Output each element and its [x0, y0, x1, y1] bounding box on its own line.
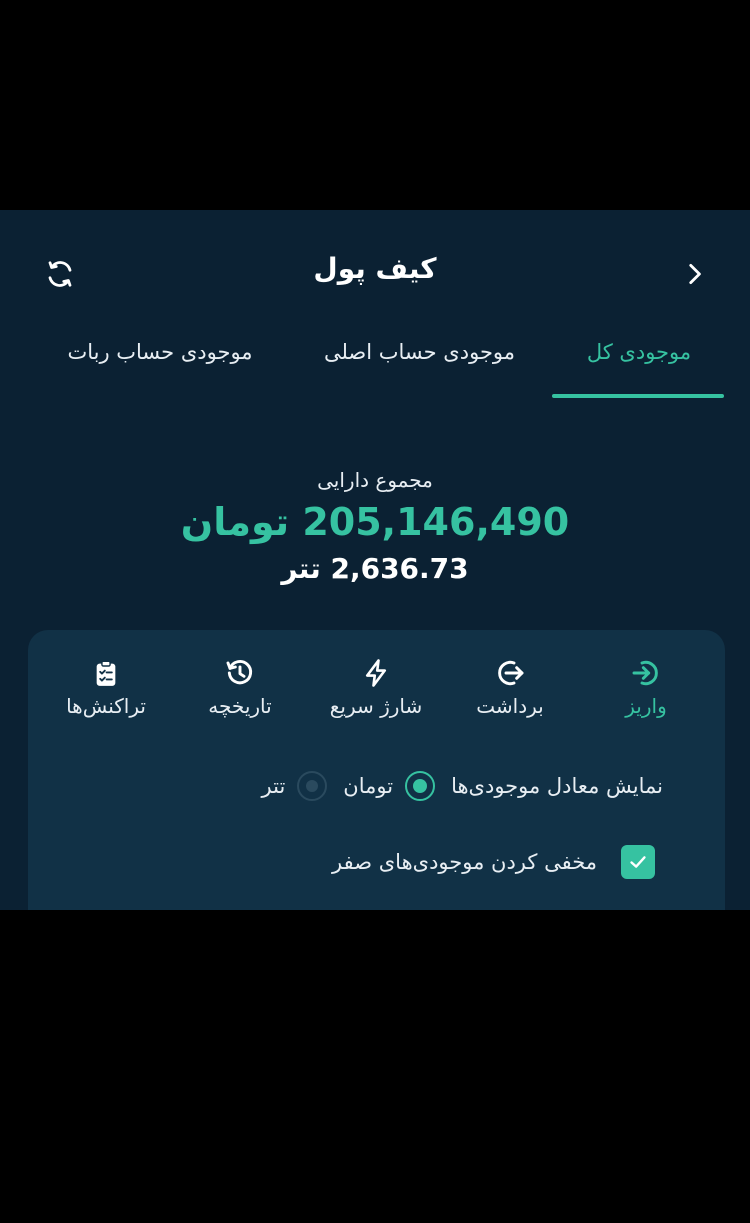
action-bar: واریز برداشت شارژ سریع: [28, 656, 725, 746]
hide-zero-checkbox[interactable]: [621, 845, 655, 879]
withdraw-button[interactable]: برداشت: [445, 656, 575, 718]
history-button[interactable]: تاریخچه: [175, 656, 305, 718]
radio-toman[interactable]: [405, 771, 436, 801]
back-button[interactable]: [676, 256, 712, 292]
total-usdt-value: 2,636.73 تتر: [281, 552, 469, 585]
bottom-black-bar: [0, 910, 750, 1223]
equivalent-display-label: نمایش معادل موجودی‌ها: [451, 774, 663, 798]
clipboard-icon: [96, 660, 116, 686]
top-black-bar: [0, 0, 750, 210]
quick-charge-label: شارژ سریع: [329, 694, 423, 718]
radio-usdt[interactable]: [297, 771, 328, 801]
quick-charge-button[interactable]: شارژ سریع: [311, 656, 441, 718]
option-usdt-label: تتر: [261, 774, 286, 798]
history-icon: [226, 660, 253, 685]
tab-bar: موجودی کل موجودی حساب اصلی موجودی حساب ر…: [0, 320, 750, 402]
actions-card: واریز برداشت شارژ سریع: [28, 630, 725, 910]
total-toman-value: 205,146,490 تومان: [180, 500, 570, 544]
balance-summary: مجموع دارایی 205,146,490 تومان 2,636.73 …: [0, 468, 750, 585]
hide-zero-label: مخفی کردن موجودی‌های صفر: [332, 850, 597, 874]
transactions-label: تراکنش‌ها: [66, 694, 146, 718]
chevron-right-icon: [689, 263, 701, 285]
tab-bot-account-balance[interactable]: موجودی حساب ربات: [60, 340, 260, 364]
transactions-button[interactable]: تراکنش‌ها: [41, 656, 171, 718]
equivalent-display-row: نمایش معادل موجودی‌ها تومان تتر: [262, 766, 663, 806]
option-toman[interactable]: تومان: [343, 771, 436, 801]
hide-zero-row[interactable]: مخفی کردن موجودی‌های صفر: [332, 842, 655, 882]
refresh-icon: [48, 261, 72, 287]
total-assets-label: مجموع دارایی: [317, 468, 433, 492]
option-usdt[interactable]: تتر: [262, 771, 328, 801]
active-tab-indicator: [552, 394, 724, 398]
withdraw-label: برداشت: [476, 694, 544, 718]
deposit-label: واریز: [625, 694, 667, 718]
deposit-button[interactable]: واریز: [581, 656, 711, 718]
history-label: تاریخچه: [208, 694, 272, 718]
refresh-button[interactable]: [42, 256, 78, 292]
header: کیف پول: [0, 210, 750, 334]
check-icon: [630, 856, 646, 868]
option-toman-label: تومان: [343, 774, 394, 798]
tab-total-balance[interactable]: موجودی کل: [554, 340, 724, 364]
deposit-icon: [632, 660, 658, 686]
wallet-screen: کیف پول موجودی کل موجودی حساب اصلی موجود…: [0, 210, 750, 910]
tab-main-account-balance[interactable]: موجودی حساب اصلی: [317, 340, 522, 364]
page-title: کیف پول: [313, 252, 437, 285]
lightning-icon: [365, 659, 387, 687]
withdraw-icon: [498, 660, 524, 686]
